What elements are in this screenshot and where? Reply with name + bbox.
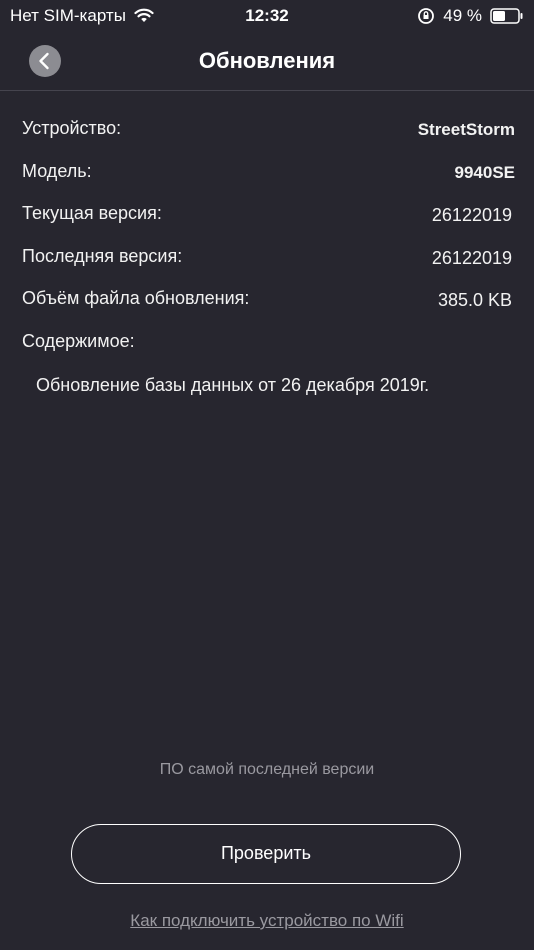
device-row: Устройство: StreetStorm	[22, 112, 515, 155]
latest-version-value: 26122019	[431, 247, 512, 268]
battery-icon	[490, 8, 524, 24]
content-label: Содержимое:	[22, 330, 135, 351]
model-row: Модель: 9940SE	[22, 155, 515, 198]
device-label: Устройство:	[22, 118, 122, 138]
latest-version-label: Последняя версия:	[22, 245, 183, 266]
current-version-label: Текущая версия:	[22, 203, 162, 223]
nav-bar: Обновления	[0, 32, 534, 91]
version-status-note: ПО самой последней версии	[159, 761, 375, 778]
model-label: Модель:	[22, 160, 92, 181]
check-button[interactable]: Проверить	[71, 824, 461, 884]
status-right: 49 %	[417, 6, 524, 26]
page-title: Обновления	[198, 48, 336, 73]
content-row: Содержимое:	[22, 325, 512, 368]
file-size-label: Объём файла обновления:	[22, 288, 250, 308]
rotation-lock-icon	[417, 7, 435, 25]
status-bar: Нет SIM-карты 12:32 49 %	[0, 0, 534, 32]
current-version-value: 26122019	[431, 205, 512, 225]
device-value: StreetStorm	[417, 120, 515, 139]
current-version-row: Текущая версия: 26122019	[22, 197, 512, 240]
file-size-row: Объём файла обновления: 385.0 KB	[22, 282, 512, 325]
latest-version-row: Последняя версия: 26122019	[22, 240, 512, 283]
update-info: Устройство: StreetStorm Модель: 9940SE Т…	[22, 112, 515, 368]
file-size-value: 385.0 KB	[437, 290, 512, 310]
model-value: 9940SE	[454, 162, 516, 182]
update-content-text: Обновление базы данных от 26 декабря 201…	[36, 375, 430, 395]
battery-percent: 49 %	[443, 6, 482, 25]
wifi-help-link[interactable]: Как подключить устройство по Wifi	[0, 911, 534, 931]
